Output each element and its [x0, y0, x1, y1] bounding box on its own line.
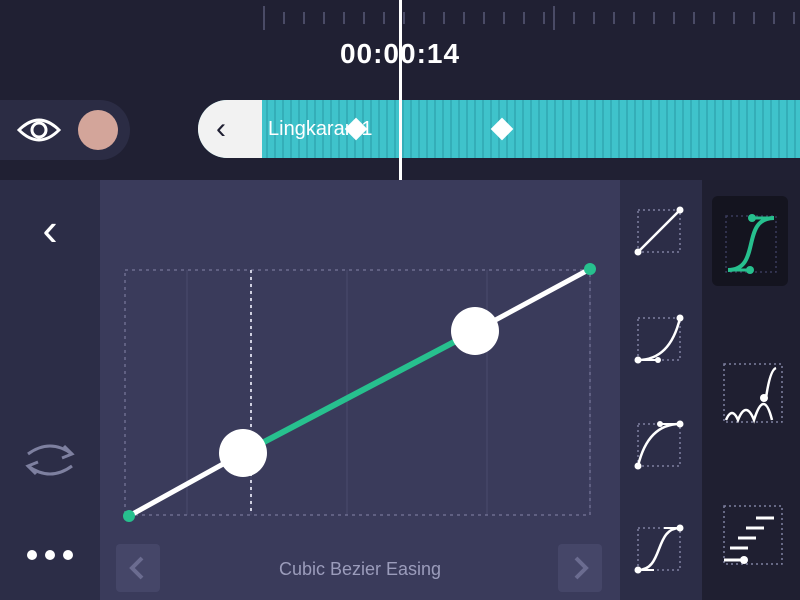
layer-color-swatch[interactable]: [78, 110, 118, 150]
chevron-left-icon: ‹: [216, 112, 226, 145]
category-steps-icon[interactable]: [718, 500, 788, 570]
prev-preset-button[interactable]: [116, 544, 160, 592]
control-handle-2: [451, 307, 499, 355]
ellipsis-icon[interactable]: [24, 540, 76, 570]
category-cubic-bezier-icon[interactable]: [716, 206, 786, 276]
swap-arrows-icon[interactable]: [20, 432, 80, 488]
preset-ease-out-icon[interactable]: [630, 416, 688, 474]
chevron-left-icon: [129, 556, 144, 580]
category-bounce-icon[interactable]: [718, 358, 788, 428]
chevron-right-icon: [574, 556, 589, 580]
easing-preset-name: Cubic Bezier Easing: [278, 559, 442, 579]
preset-linear-icon[interactable]: [630, 202, 688, 260]
preset-ease-in-out-icon[interactable]: [630, 520, 688, 578]
preset-ease-in-icon[interactable]: [630, 310, 688, 368]
control-handle-1: [219, 429, 267, 477]
easing-curve: [241, 328, 477, 456]
bezier-curve-editor[interactable]: [100, 180, 620, 600]
curve-start-point: [123, 510, 135, 522]
time-ruler[interactable]: [260, 0, 800, 36]
playhead-line[interactable]: [399, 0, 402, 180]
back-button[interactable]: ‹: [28, 204, 72, 254]
curve-end-point: [584, 263, 596, 275]
next-preset-button[interactable]: [558, 544, 602, 592]
eye-icon[interactable]: [16, 112, 62, 148]
